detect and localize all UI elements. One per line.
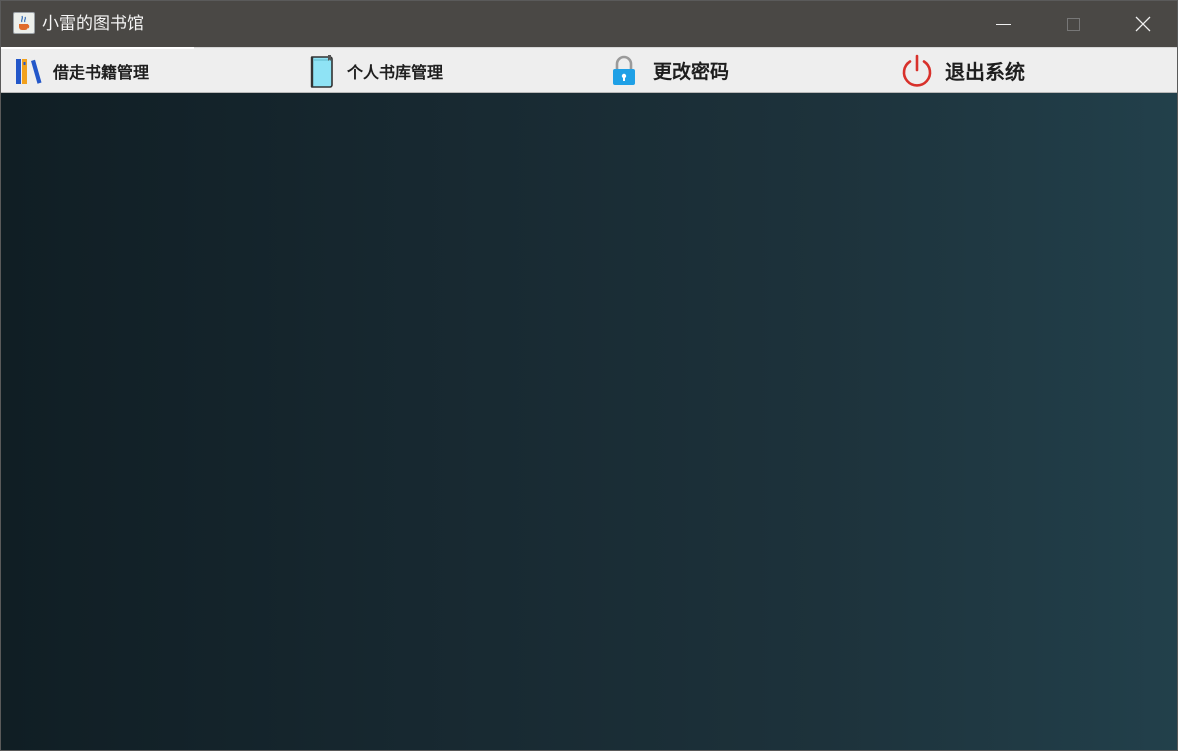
title-bar[interactable]: 小雷的图书馆 [1, 1, 1177, 47]
personal-library-button[interactable]: 个人书库管理 [307, 48, 443, 93]
minimize-icon [995, 23, 1011, 25]
close-button[interactable] [1108, 1, 1177, 47]
close-icon [1135, 16, 1151, 32]
borrowed-books-button[interactable]: 借走书籍管理 [14, 48, 149, 93]
exit-system-button[interactable]: 退出系统 [899, 48, 1025, 93]
change-password-button[interactable]: 更改密码 [609, 48, 729, 93]
power-icon [899, 53, 935, 89]
app-window: 小雷的图书馆 借走书籍管理 个人书库管理 更改密码 退出系统 [0, 0, 1178, 751]
window-title: 小雷的图书馆 [42, 14, 144, 34]
lock-icon [609, 55, 639, 87]
exit-system-label: 退出系统 [945, 60, 1025, 84]
maximize-icon [1066, 17, 1080, 31]
books-icon [14, 56, 44, 86]
borrowed-books-label: 借走书籍管理 [53, 62, 150, 82]
main-toolbar: 借走书籍管理 个人书库管理 更改密码 退出系统 [1, 47, 1177, 93]
java-cup-icon [13, 12, 35, 34]
minimize-button[interactable] [968, 1, 1038, 47]
personal-library-label: 个人书库管理 [347, 62, 444, 82]
change-password-label: 更改密码 [653, 61, 730, 83]
maximize-button[interactable] [1038, 1, 1108, 47]
book-icon [307, 53, 337, 89]
main-content-area [1, 93, 1177, 750]
